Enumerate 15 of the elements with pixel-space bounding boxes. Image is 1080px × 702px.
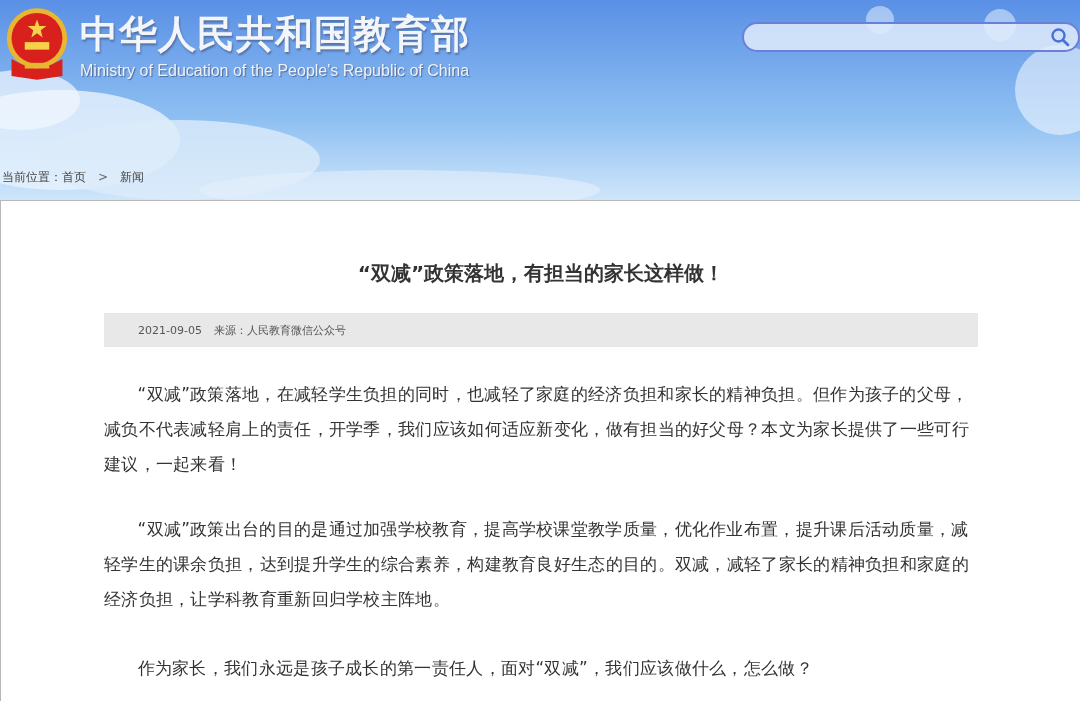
site-title: 中华人民共和国教育部 — [80, 11, 470, 58]
article-source: 来源：人民教育微信公众号 — [213, 322, 346, 338]
breadcrumb-separator: > — [98, 170, 109, 184]
emblem-icon — [4, 6, 70, 82]
article-title: “双减”政策落地，有担当的家长这样做！ — [356, 260, 726, 287]
paragraph: 作为家长，我们永远是孩子成长的第一责任人，面对“双减”，我们应该做什么，怎么做？ — [136, 657, 814, 680]
paragraph: “双减”政策出台的目的是通过加强学校教育，提高学校课堂教学质量，优化作业布置，提升课后活动质量，减轻学生的课余负担，达到提升学生的综合素养，构建教育良好生态的目的。双减，减轻了家长的精神负担和家庭的经济负担，让学科教育重新回归学校主阵地。 — [104, 518, 970, 611]
search-icon[interactable] — [1050, 27, 1070, 47]
breadcrumb-link[interactable]: 首页 — [62, 168, 86, 186]
publish-date: 2021-09-05 — [138, 323, 202, 337]
site-subtitle: Ministry of Education of the People's Republic of China — [80, 62, 470, 80]
breadcrumb-link[interactable]: 新闻 — [120, 168, 145, 186]
breadcrumb-label: 当前位置： — [2, 168, 62, 186]
search-field[interactable] — [742, 22, 1080, 52]
paragraph: “双减”政策落地，在减轻学生负担的同时，也减轻了家庭的经济负担和家长的精神负担。但作为孩子的父母，减负不代表减轻肩上的责任，开学季，我们应该如何适应新变化，做有担当的好父母？本文为家长提供了一些可行建议，一起来看！ — [104, 383, 970, 476]
